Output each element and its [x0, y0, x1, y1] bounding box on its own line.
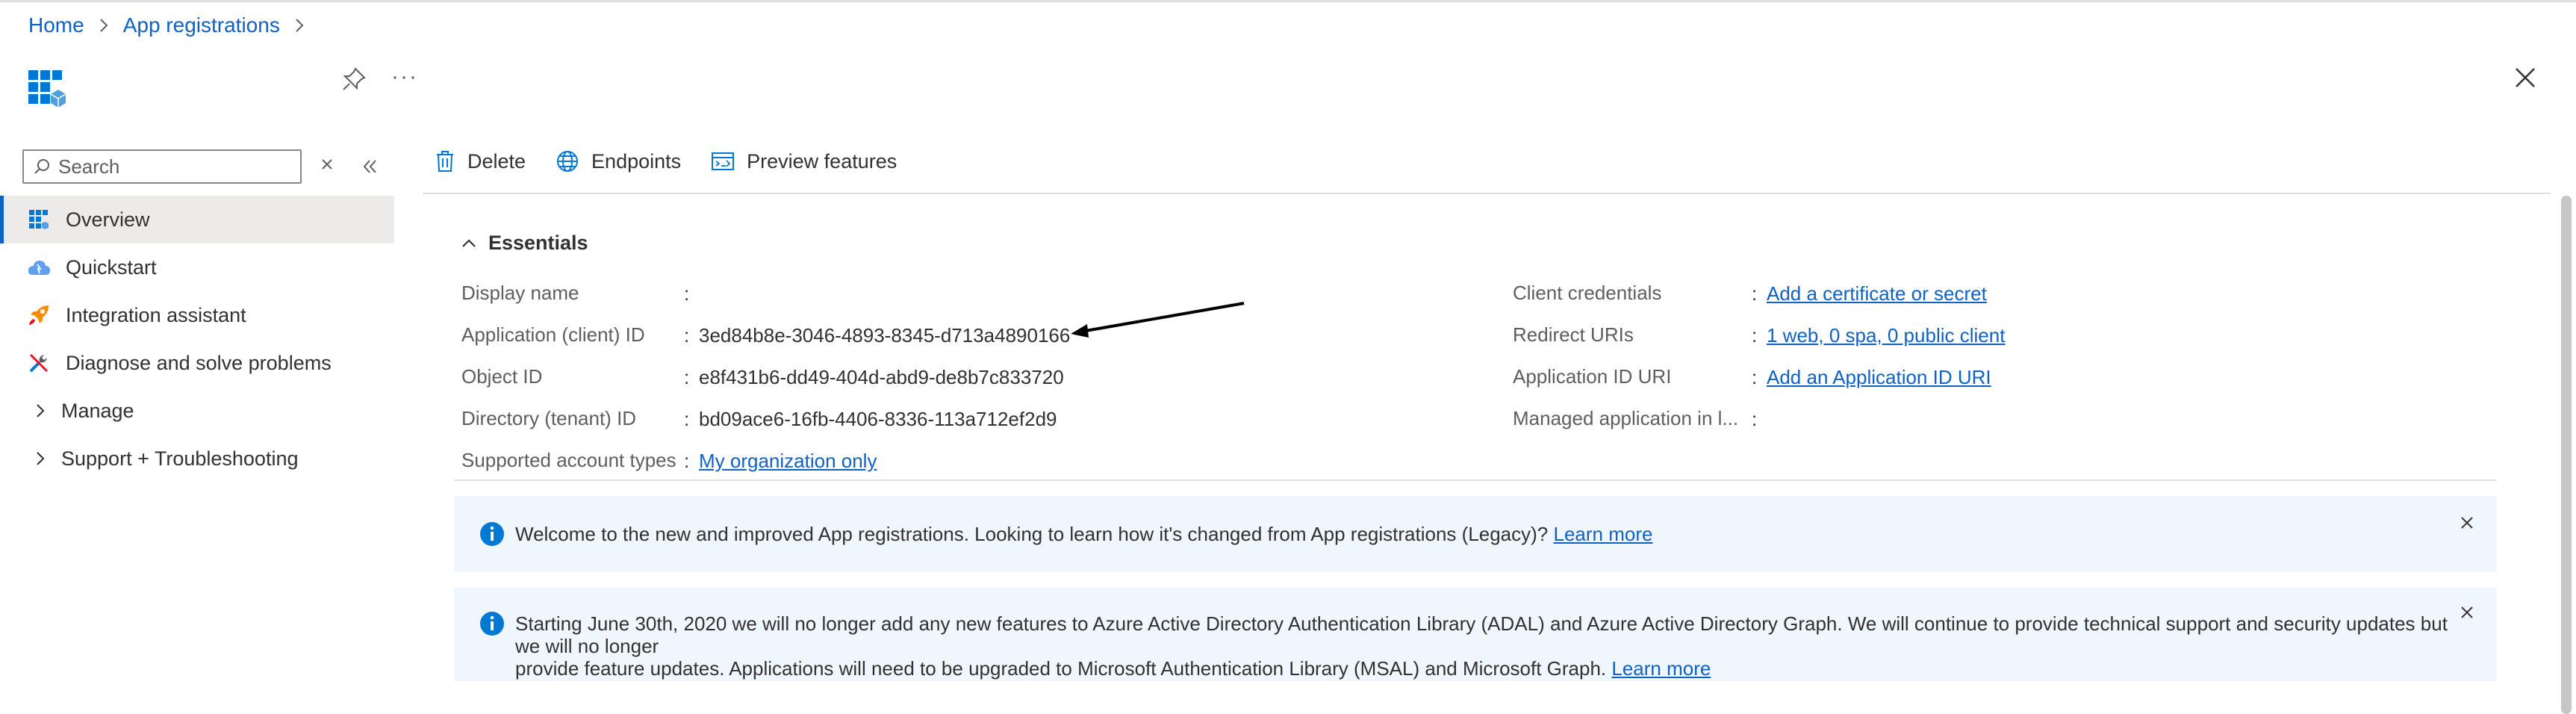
sidebar-nav: Overview Quickstart Integration assistan…: [0, 196, 394, 482]
prop-colon: :: [684, 324, 690, 347]
chevron-right-icon: [99, 19, 108, 32]
top-border: [0, 0, 2576, 2]
breadcrumb-app-registrations[interactable]: App registrations: [123, 13, 280, 37]
chevron-right-icon: [37, 452, 45, 465]
endpoints-label: Endpoints: [591, 149, 682, 173]
prop-colon: :: [684, 366, 690, 388]
essentials-toggle[interactable]: Essentials: [460, 232, 588, 255]
toolbar-divider: [423, 193, 2551, 194]
breadcrumb-home[interactable]: Home: [28, 13, 84, 37]
overview-grid-icon: [27, 208, 51, 232]
prop-colon: :: [684, 282, 690, 305]
learn-more-link[interactable]: Learn more: [1553, 523, 1652, 545]
banner-text: Welcome to the new and improved App regi…: [515, 523, 1652, 545]
prop-redirect-uris: Redirect URIs: [1513, 320, 1634, 350]
prop-label: Directory (tenant) ID: [461, 406, 637, 429]
prop-display-name: Display name: [461, 278, 579, 308]
prop-app-id-uri: Application ID URI: [1513, 361, 1671, 391]
object-id-value: e8f431b6-dd49-404d-abd9-de8b7c833720: [699, 366, 1064, 388]
prop-colon: :: [684, 450, 690, 472]
sidebar-item-support[interactable]: Support + Troubleshooting: [0, 435, 394, 482]
collapse-sidebar-icon[interactable]: [358, 155, 381, 178]
clear-search-icon[interactable]: [317, 155, 337, 176]
tenant-id-value: bd09ace6-16fb-4406-8336-113a712ef2d9: [699, 408, 1057, 430]
preview-features-button[interactable]: Preview features: [711, 150, 897, 173]
banner-message: Welcome to the new and improved App regi…: [515, 523, 1549, 545]
sidebar-item-overview[interactable]: Overview: [0, 196, 394, 243]
account-types-link[interactable]: My organization only: [699, 450, 877, 473]
sidebar-item-diagnose[interactable]: Diagnose and solve problems: [0, 339, 394, 387]
prop-label: Application ID URI: [1513, 364, 1672, 388]
prop-label: Managed application in l...: [1513, 406, 1739, 429]
more-options-button[interactable]: ···: [391, 64, 418, 90]
sidebar-item-label: Overview: [66, 208, 150, 231]
preview-features-label: Preview features: [747, 149, 897, 173]
prop-client-credentials: Client credentials: [1513, 278, 1661, 308]
search-input[interactable]: [58, 155, 282, 178]
app-registration-icon: [28, 70, 66, 108]
dismiss-icon[interactable]: [2458, 514, 2476, 532]
dismiss-icon[interactable]: [2458, 603, 2476, 621]
banner-text: Starting June 30th, 2020 we will no long…: [515, 612, 2471, 680]
command-bar: Delete Endpoints Preview features: [435, 149, 897, 173]
delete-button[interactable]: Delete: [435, 150, 526, 173]
delete-label: Delete: [467, 149, 526, 173]
close-icon[interactable]: [2512, 64, 2539, 91]
sidebar-item-manage[interactable]: Manage: [0, 387, 394, 435]
sidebar-item-label: Integration assistant: [66, 303, 246, 326]
endpoints-button[interactable]: Endpoints: [556, 149, 681, 173]
arrow-annotation: [1071, 302, 1245, 338]
search-icon: [34, 159, 49, 174]
add-app-id-uri-link[interactable]: Add an Application ID URI: [1767, 366, 1991, 389]
prop-label: Object ID: [461, 364, 543, 388]
prop-label: Display name: [461, 281, 579, 304]
chevron-right-icon: [37, 404, 45, 417]
sidebar-item-label: Manage: [61, 399, 134, 422]
info-icon: [480, 522, 504, 546]
cloud-quickstart-icon: [27, 255, 51, 279]
prop-label: Application (client) ID: [461, 323, 645, 346]
rocket-icon: [27, 303, 51, 327]
learn-more-link[interactable]: Learn more: [1611, 657, 1711, 680]
prop-client-id: Application (client) ID: [461, 320, 645, 350]
prop-tenant-id: Directory (tenant) ID: [461, 403, 636, 433]
preview-features-icon: [712, 152, 735, 170]
prop-managed-app: Managed application in l...: [1513, 403, 1738, 433]
banner-message-line1: Starting June 30th, 2020 we will no long…: [515, 612, 2448, 657]
client-id-value: 3ed84b8e-3046-4893-8345-d713a4890166: [699, 324, 1071, 347]
chevron-up-icon: [462, 238, 476, 247]
globe-icon: [557, 151, 579, 172]
pin-icon[interactable]: [340, 66, 367, 93]
info-banner-adal: Starting June 30th, 2020 we will no long…: [454, 587, 2497, 681]
prop-object-id: Object ID: [461, 361, 542, 391]
banner-message-line2-wrap: provide feature updates. Applications wi…: [515, 657, 2471, 680]
prop-colon: :: [1752, 282, 1758, 305]
prop-colon: :: [1752, 324, 1758, 347]
wrench-icon: [27, 351, 51, 375]
sidebar-item-label: Support + Troubleshooting: [61, 447, 299, 470]
scrollbar[interactable]: [2561, 196, 2572, 714]
breadcrumb: Home App registrations: [28, 13, 305, 37]
essentials-divider: [454, 479, 2497, 481]
sidebar-item-quickstart[interactable]: Quickstart: [0, 243, 394, 291]
essentials-title: Essentials: [488, 232, 588, 254]
chevron-right-icon: [296, 19, 304, 32]
prop-account-types: Supported account types: [461, 445, 676, 475]
sidebar-item-label: Quickstart: [66, 255, 157, 279]
sidebar-item-label: Diagnose and solve problems: [66, 351, 332, 374]
prop-label: Supported account types: [461, 448, 676, 471]
prop-label: Redirect URIs: [1513, 323, 1634, 346]
sidebar-item-integration-assistant[interactable]: Integration assistant: [0, 291, 394, 339]
redirect-uris-link[interactable]: 1 web, 0 spa, 0 public client: [1767, 324, 2005, 347]
prop-colon: :: [1752, 408, 1758, 430]
prop-label: Client credentials: [1513, 281, 1662, 304]
info-banner-legacy: Welcome to the new and improved App regi…: [454, 496, 2497, 572]
banner-message-line2: provide feature updates. Applications wi…: [515, 657, 1607, 680]
prop-colon: :: [1752, 366, 1758, 388]
info-icon: [480, 612, 504, 636]
add-certificate-link[interactable]: Add a certificate or secret: [1767, 282, 1987, 305]
trash-icon: [437, 151, 453, 172]
search-box[interactable]: [22, 149, 302, 184]
prop-colon: :: [684, 408, 690, 430]
